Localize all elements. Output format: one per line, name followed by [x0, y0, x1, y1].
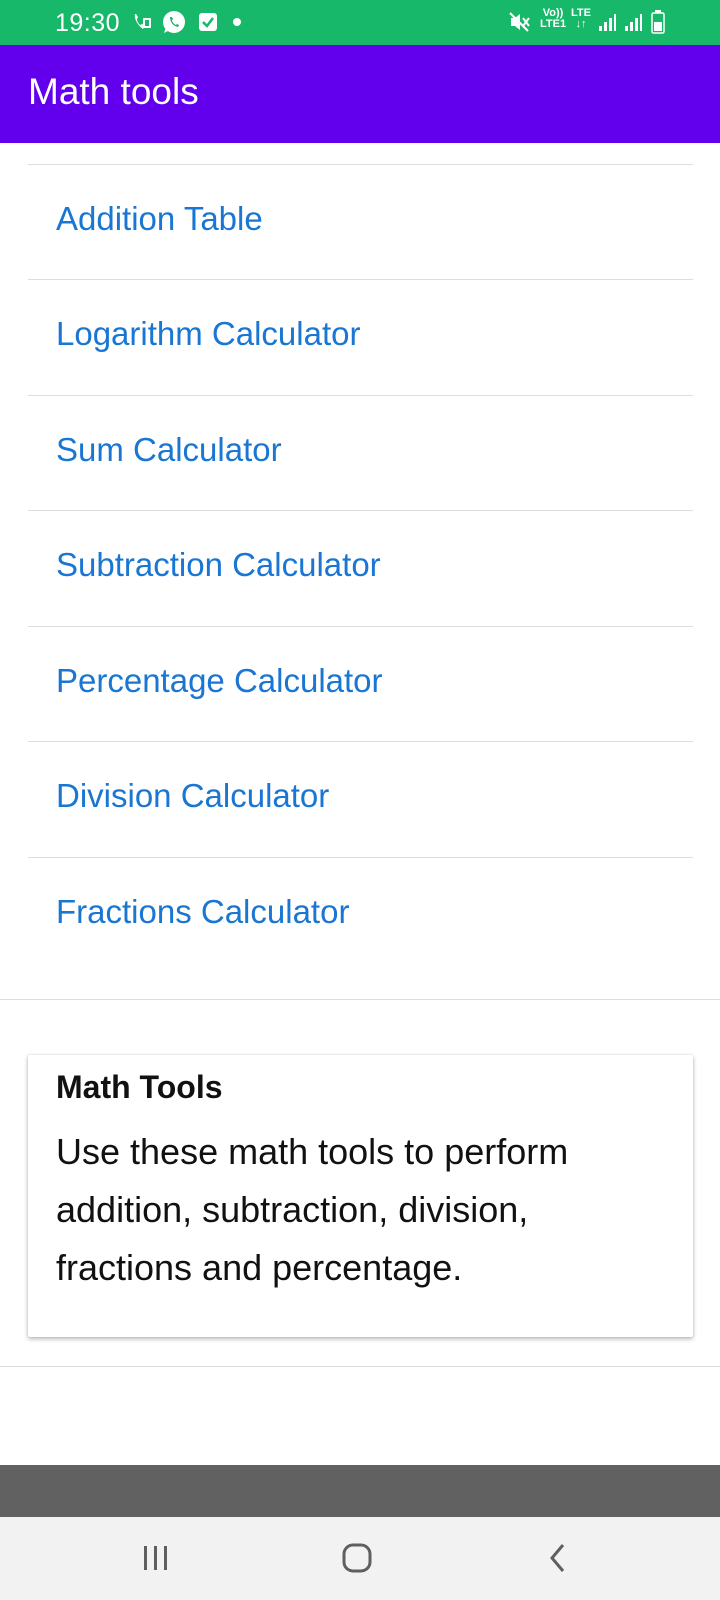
card-body: Use these math tools to perform addition… — [56, 1131, 569, 1288]
battery-icon — [650, 10, 666, 34]
app-title: Math tools — [28, 71, 199, 112]
list-item-label[interactable]: Addition Table — [56, 200, 263, 238]
dot-icon — [232, 10, 242, 34]
section-divider — [0, 1366, 720, 1367]
mute-icon — [508, 10, 532, 34]
list-item-label[interactable]: Subtraction Calculator — [56, 546, 381, 584]
card-title: Math Tools — [56, 1069, 223, 1105]
signal-icon — [596, 10, 618, 34]
call-forward-icon — [130, 10, 154, 34]
list-item-logarithm-calculator[interactable]: Logarithm Calculator — [28, 280, 693, 394]
list-item-subtraction-calculator[interactable]: Subtraction Calculator — [28, 511, 693, 625]
recents-icon[interactable] — [126, 1533, 186, 1583]
data-arrows-icon: ↓↑ — [575, 18, 587, 30]
list-item-label[interactable]: Sum Calculator — [56, 431, 282, 469]
list-item-fractions-calculator[interactable]: Fractions Calculator — [28, 858, 693, 972]
status-time: 19:30 — [55, 9, 121, 37]
list-item-label[interactable]: Logarithm Calculator — [56, 315, 360, 353]
list-item-addition-table[interactable]: Addition Table — [28, 165, 693, 279]
app-bar: Math tools — [0, 45, 720, 143]
volte-bottom-label: LTE1 — [540, 18, 567, 30]
bottom-banner-area — [0, 1465, 720, 1517]
volte-indicator: Vo)) LTE1 — [540, 8, 566, 30]
back-icon[interactable] — [528, 1533, 588, 1583]
list-item-label[interactable]: Division Calculator — [56, 777, 329, 815]
list-item-label[interactable]: Fractions Calculator — [56, 893, 349, 931]
status-bar: 19:30 Vo)) LTE1 LTE ↓↑ — [0, 0, 720, 45]
list-item-sum-calculator[interactable]: Sum Calculator — [28, 396, 693, 510]
signal-icon — [622, 10, 644, 34]
whatsapp-icon — [161, 10, 187, 34]
home-icon[interactable] — [327, 1533, 387, 1583]
section-divider — [0, 999, 720, 1000]
list-item-percentage-calculator[interactable]: Percentage Calculator — [28, 627, 693, 741]
list-item-label[interactable]: Percentage Calculator — [56, 662, 383, 700]
info-card: Math Tools Use these math tools to perfo… — [28, 1055, 693, 1337]
lte-indicator: LTE ↓↑ — [570, 8, 592, 30]
navigation-bar — [0, 1517, 720, 1600]
check-box-icon — [197, 10, 219, 34]
list-item-division-calculator[interactable]: Division Calculator — [28, 742, 693, 856]
